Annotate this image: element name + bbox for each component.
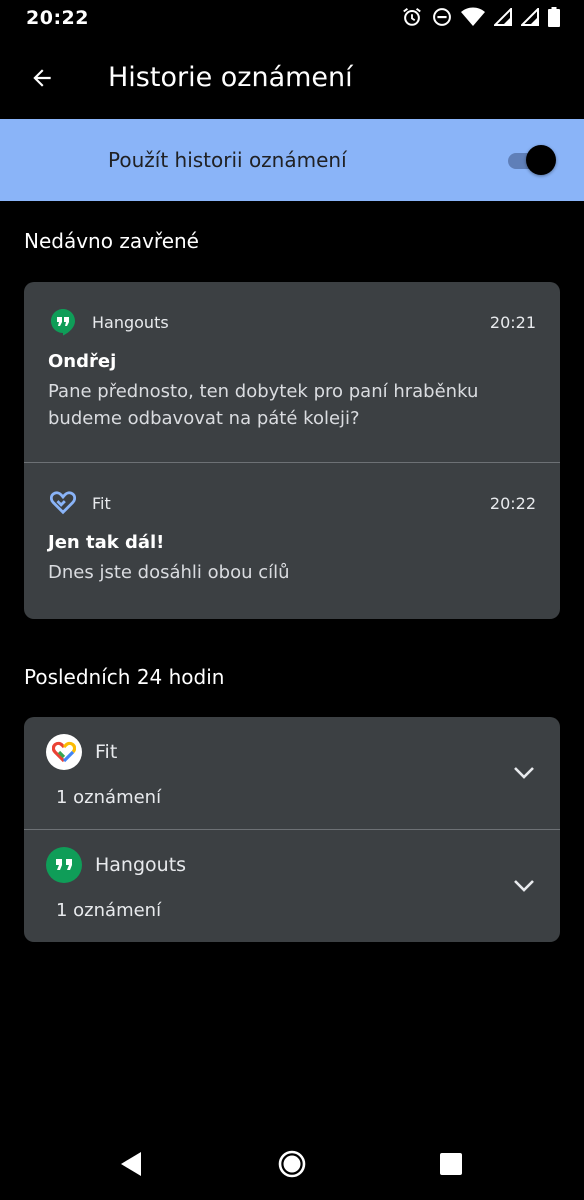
app-bar: Historie oznámení — [0, 38, 584, 118]
nav-back-button[interactable] — [113, 1146, 149, 1182]
recently-dismissed-card: Hangouts 20:21 Ondřej Pane přednosto, te… — [24, 282, 560, 619]
use-history-switch[interactable] — [506, 145, 556, 175]
page-title: Historie oznámení — [108, 62, 353, 93]
chevron-down-icon[interactable] — [510, 872, 538, 900]
history-app-count: 1 oznámení — [56, 900, 162, 921]
history-app-count: 1 oznámení — [56, 787, 162, 808]
do-not-disturb-icon — [433, 8, 451, 26]
back-button[interactable] — [22, 58, 62, 98]
signal-icon — [521, 8, 539, 26]
history-app-name: Fit — [95, 741, 118, 763]
notification-item[interactable]: Fit 20:22 Jen tak dál! Dnes jste dosáhli… — [24, 463, 560, 619]
status-time: 20:22 — [26, 7, 89, 29]
fit-heart-icon — [50, 490, 76, 516]
notification-time: 20:22 — [489, 494, 536, 513]
notification-item[interactable]: Hangouts 20:21 Ondřej Pane přednosto, te… — [24, 282, 560, 462]
status-icons — [401, 6, 560, 28]
recently-dismissed-header: Nedávno zavřené — [24, 229, 199, 253]
home-circle-icon — [278, 1150, 306, 1178]
google-fit-icon — [46, 734, 82, 770]
notification-time: 20:21 — [489, 313, 536, 332]
use-history-toggle-row[interactable]: Použít historii oznámení — [0, 119, 584, 201]
status-bar: 20:22 — [0, 0, 584, 38]
history-app-name: Hangouts — [95, 854, 187, 876]
notification-title: Jen tak dál! — [48, 532, 165, 553]
notification-body: Pane přednosto, ten dobytek pro paní hra… — [48, 381, 479, 429]
last-24h-card: Fit 1 oznámení Hangouts 1 oznámení — [24, 717, 560, 942]
alarm-icon — [403, 7, 421, 26]
notification-app-name: Hangouts — [92, 313, 169, 332]
notification-app-name: Fit — [92, 494, 111, 513]
use-history-label: Použít historii oznámení — [108, 148, 347, 172]
notification-body: Dnes jste dosáhli obou cílů — [48, 562, 290, 583]
hangouts-icon — [46, 847, 82, 883]
wifi-icon — [461, 7, 485, 26]
back-triangle-icon — [121, 1152, 141, 1176]
last-24h-header: Posledních 24 hodin — [24, 665, 225, 689]
nav-home-button[interactable] — [274, 1146, 310, 1182]
battery-icon — [548, 7, 560, 27]
system-nav-bar — [0, 1128, 584, 1200]
history-app-row-hangouts[interactable]: Hangouts 1 oznámení — [24, 830, 560, 942]
nav-recents-button[interactable] — [433, 1146, 469, 1182]
hangouts-icon — [50, 309, 76, 336]
signal-icon — [494, 8, 512, 26]
switch-thumb — [526, 145, 556, 175]
notification-title: Ondřej — [48, 351, 117, 372]
recents-square-icon — [440, 1153, 462, 1175]
history-app-row-fit[interactable]: Fit 1 oznámení — [24, 717, 560, 829]
arrow-back-icon — [33, 69, 51, 87]
chevron-down-icon[interactable] — [510, 759, 538, 787]
